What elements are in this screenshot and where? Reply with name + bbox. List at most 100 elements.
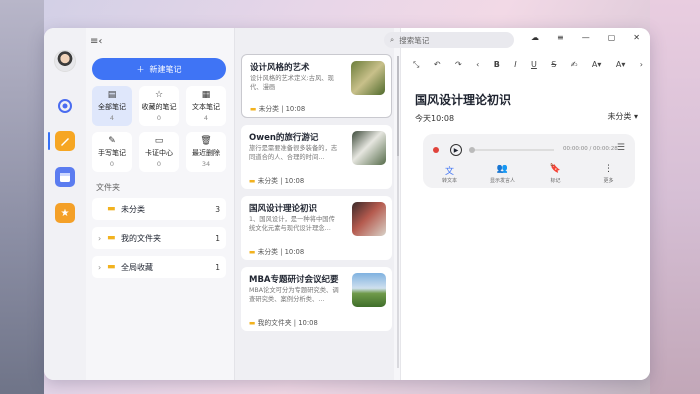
maximize-icon[interactable]: ▢ xyxy=(608,33,616,42)
editor-pane: ⤡ ↶ ↷ ‹ B I U S ✍ A▾ A▾ › 国风设计理论初识 今天10:… xyxy=(400,28,650,380)
category-grid: ▤ 全部笔记 4 ☆ 收藏的笔记 0 ▦ 文本笔记 4 ✎ 手写笔记 0 ▭ 卡 xyxy=(92,86,226,172)
calendar-icon[interactable] xyxy=(55,167,75,187)
redo-icon[interactable]: ↷ xyxy=(455,60,462,70)
menu-icon[interactable]: ≡ xyxy=(557,33,564,42)
chevron-right-icon[interactable]: › xyxy=(98,263,107,272)
category-recently-deleted[interactable]: 🗑 最近删除 34 xyxy=(186,132,226,172)
underline-icon[interactable]: U xyxy=(531,60,537,70)
editor-toolbar: ⤡ ↶ ↷ ‹ B I U S ✍ A▾ A▾ › xyxy=(413,60,643,70)
trash-icon: 🗑 xyxy=(200,136,212,146)
record-icon[interactable] xyxy=(433,147,439,153)
search-icon: ⌕ xyxy=(390,35,395,44)
more-button[interactable]: ⋮ 更多 xyxy=(589,164,629,184)
rail-selection-indicator xyxy=(48,132,50,150)
minimize-icon[interactable]: — xyxy=(582,33,590,42)
folder-icon: ▬ xyxy=(250,105,257,113)
chevron-left-icon[interactable]: ‹ xyxy=(476,60,479,70)
sidebar-collapse-icon[interactable]: ≡‹ xyxy=(90,36,102,47)
audio-time: 00:00:00 / 00:00:28 xyxy=(563,146,618,152)
pen-icon: ✎ xyxy=(108,136,116,146)
category-count: 0 xyxy=(156,114,162,122)
category-count: 4 xyxy=(203,114,209,122)
note-preview: 设计风格的艺术定义:古风、现代、漫画 xyxy=(250,75,334,91)
folder-count: 1 xyxy=(215,233,220,243)
category-label: 文本笔记 xyxy=(192,103,220,111)
category-selector[interactable]: 未分类 ▾ xyxy=(607,111,638,122)
note-thumbnail xyxy=(351,61,385,95)
strikethrough-icon[interactable]: S xyxy=(551,60,556,70)
chevron-right-icon[interactable]: › xyxy=(98,234,107,243)
folder-icon: ▬ xyxy=(107,204,116,214)
highlight-icon[interactable]: ✍ xyxy=(571,60,578,70)
category-label: 全部笔记 xyxy=(98,103,126,111)
note-meta: ▬ 未分类 | 10:08 xyxy=(249,248,305,256)
assistant-icon[interactable] xyxy=(55,96,75,116)
bold-icon[interactable]: B xyxy=(494,60,500,70)
note-preview: 旅行是需要准备很多装备的，志同道合的人、合理的时间… xyxy=(249,145,338,161)
fullscreen-icon[interactable]: ⤡ xyxy=(413,60,419,70)
audio-progress[interactable] xyxy=(469,147,554,153)
window-controls: ☁ ≡ — ▢ ✕ xyxy=(531,33,640,42)
desktop-background-right xyxy=(650,0,700,394)
category-all-notes[interactable]: ▤ 全部笔记 4 xyxy=(92,86,132,126)
note-meta: ▬ 未分类 | 10:08 xyxy=(249,177,305,185)
speaker-icon: 👥 xyxy=(496,164,509,174)
note-card[interactable]: 设计风格的艺术 设计风格的艺术定义:古风、现代、漫画 ▬ 未分类 | 10:08 xyxy=(241,54,392,118)
transcribe-button[interactable]: 文 转文本 xyxy=(430,164,470,184)
note-list: 设计风格的艺术 设计风格的艺术定义:古风、现代、漫画 ▬ 未分类 | 10:08… xyxy=(234,28,394,380)
note-meta: ▬ 我的文件夹 | 10:08 xyxy=(249,319,318,327)
notes-app-icon[interactable] xyxy=(55,131,75,151)
search-placeholder: 搜索笔记 xyxy=(399,35,430,45)
doc-icon: ▤ xyxy=(107,90,117,100)
note-card[interactable]: 国风设计理论初识 1、国风设计，是一种将中国传统文化元素与现代设计理念… ▬ 未… xyxy=(241,196,392,260)
search-input[interactable]: ⌕ 搜索笔记 xyxy=(384,32,514,48)
folder-item[interactable]: › ▬ 我的文件夹 1 xyxy=(92,227,226,249)
category-label: 手写笔记 xyxy=(98,149,126,157)
category-text-notes[interactable]: ▦ 文本笔记 4 xyxy=(186,86,226,126)
undo-icon[interactable]: ↶ xyxy=(434,60,441,70)
category-cards[interactable]: ▭ 卡证中心 0 xyxy=(139,132,179,172)
star-icon: ☆ xyxy=(154,90,164,100)
note-list-scrollbar[interactable] xyxy=(397,56,399,368)
chevron-right-icon[interactable]: › xyxy=(640,60,643,70)
bookmark-button[interactable]: 🔖 标记 xyxy=(536,164,576,184)
folder-panel: ≡‹ ＋ 新建笔记 ▤ 全部笔记 4 ☆ 收藏的笔记 0 ▦ 文本笔记 4 ✎ xyxy=(86,28,234,380)
progress-knob[interactable] xyxy=(469,147,475,153)
note-card[interactable]: MBA专题研讨会议纪要 MBA论文可分为专题研究类、调查研究类、案例分析类、… … xyxy=(241,267,392,331)
card-icon: ▭ xyxy=(154,136,164,146)
category-handwriting[interactable]: ✎ 手写笔记 0 xyxy=(92,132,132,172)
avatar[interactable] xyxy=(54,50,76,72)
list-icon[interactable]: ☰ xyxy=(617,143,625,153)
note-thumbnail xyxy=(352,131,386,165)
plus-icon: ＋ xyxy=(136,64,145,74)
note-title: MBA专题研讨会议纪要 xyxy=(249,275,339,285)
note-preview: 1、国风设计，是一种将中国传统文化元素与现代设计理念… xyxy=(249,216,335,232)
new-note-button[interactable]: ＋ 新建笔记 xyxy=(92,58,226,80)
note-title: 设计风格的艺术 xyxy=(250,63,310,73)
play-button[interactable]: ▶ xyxy=(450,144,462,156)
more-icon: ⋮ xyxy=(604,164,613,174)
document-date: 今天10:08 xyxy=(415,114,455,123)
desktop-background-left xyxy=(0,0,44,394)
text-icon: ▦ xyxy=(201,90,211,100)
folder-icon: ▬ xyxy=(249,248,256,256)
font-size-icon[interactable]: A▾ xyxy=(616,60,626,70)
note-title: Owen的旅行游记 xyxy=(249,133,319,143)
folder-item[interactable]: ▬ 未分类 3 xyxy=(92,198,226,220)
folder-item[interactable]: › ▬ 全局收藏 1 xyxy=(92,256,226,278)
note-preview: MBA论文可分为专题研究类、调查研究类、案例分析类、… xyxy=(249,287,339,303)
show-speaker-button[interactable]: 👥 显示发言人 xyxy=(483,164,523,184)
folder-icon: ▬ xyxy=(107,233,116,243)
category-count: 4 xyxy=(109,114,115,122)
note-card[interactable]: Owen的旅行游记 旅行是需要准备很多装备的，志同道合的人、合理的时间… ▬ 未… xyxy=(241,125,392,189)
folder-list: ▬ 未分类 3 › ▬ 我的文件夹 1 › ▬ 全局收藏 1 xyxy=(92,198,226,285)
favorites-icon[interactable]: ★ xyxy=(55,203,75,223)
category-favorites[interactable]: ☆ 收藏的笔记 0 xyxy=(139,86,179,126)
folder-count: 3 xyxy=(215,204,220,214)
italic-icon[interactable]: I xyxy=(514,60,516,70)
document-title[interactable]: 国风设计理论初识 xyxy=(415,91,511,108)
cloud-icon[interactable]: ☁ xyxy=(531,33,539,42)
text-color-icon[interactable]: A▾ xyxy=(592,60,602,70)
close-icon[interactable]: ✕ xyxy=(633,33,640,42)
note-title: 国风设计理论初识 xyxy=(249,204,318,214)
